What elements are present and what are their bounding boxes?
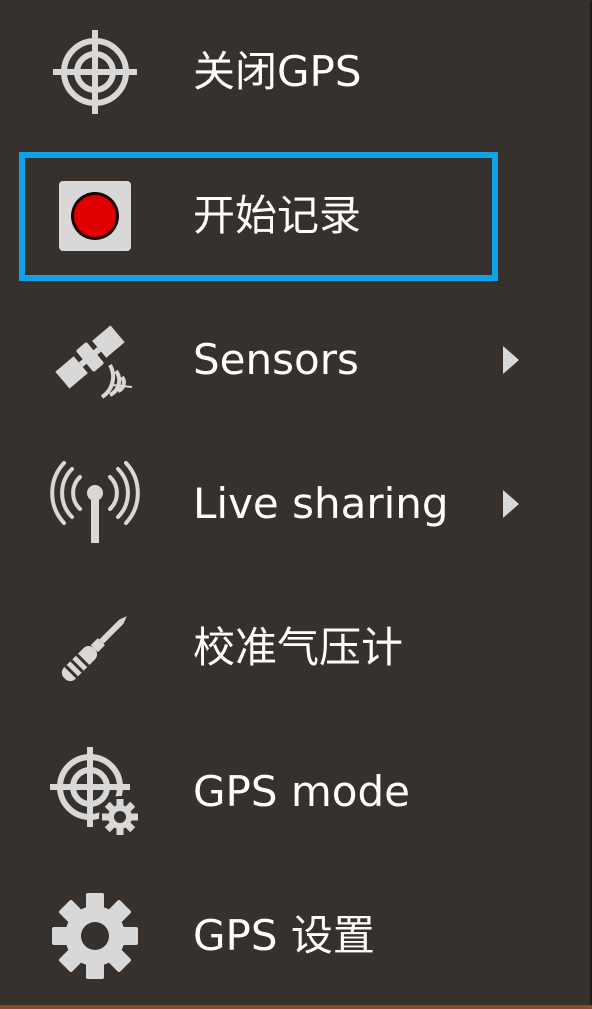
menu-item-label: 开始记录	[193, 191, 362, 240]
menu-item-label: GPS 设置	[193, 911, 375, 960]
crosshair-icon	[50, 27, 140, 117]
overflow-menu: 关闭GPS 开始记录 Sensors Live sharing 校准气压计 GP…	[0, 0, 590, 1005]
menu-item-label: 关闭GPS	[193, 47, 362, 96]
menu-item-label: Live sharing	[193, 479, 449, 528]
menu-item-sensors[interactable]: Sensors	[0, 288, 590, 432]
background-app-strip	[0, 1005, 592, 1009]
menu-item-label: Sensors	[193, 335, 359, 384]
submenu-arrow-icon	[500, 344, 522, 376]
menu-item-gps-settings[interactable]: GPS 设置	[0, 864, 590, 1008]
menu-item-live-sharing[interactable]: Live sharing	[0, 432, 590, 576]
gear-icon	[50, 891, 140, 981]
menu-item-label: 校准气压计	[193, 623, 404, 672]
menu-item-start-recording[interactable]: 开始记录	[0, 144, 590, 288]
screwdriver-icon	[50, 603, 140, 693]
menu-item-label: GPS mode	[193, 767, 410, 816]
satellite-icon	[50, 315, 140, 405]
antenna-icon	[50, 459, 140, 549]
record-icon	[50, 171, 140, 261]
menu-item-gps-off[interactable]: 关闭GPS	[0, 0, 590, 144]
menu-item-calibrate-barometer[interactable]: 校准气压计	[0, 576, 590, 720]
crosshair-gear-icon	[50, 747, 140, 837]
menu-item-gps-mode[interactable]: GPS mode	[0, 720, 590, 864]
submenu-arrow-icon	[500, 488, 522, 520]
